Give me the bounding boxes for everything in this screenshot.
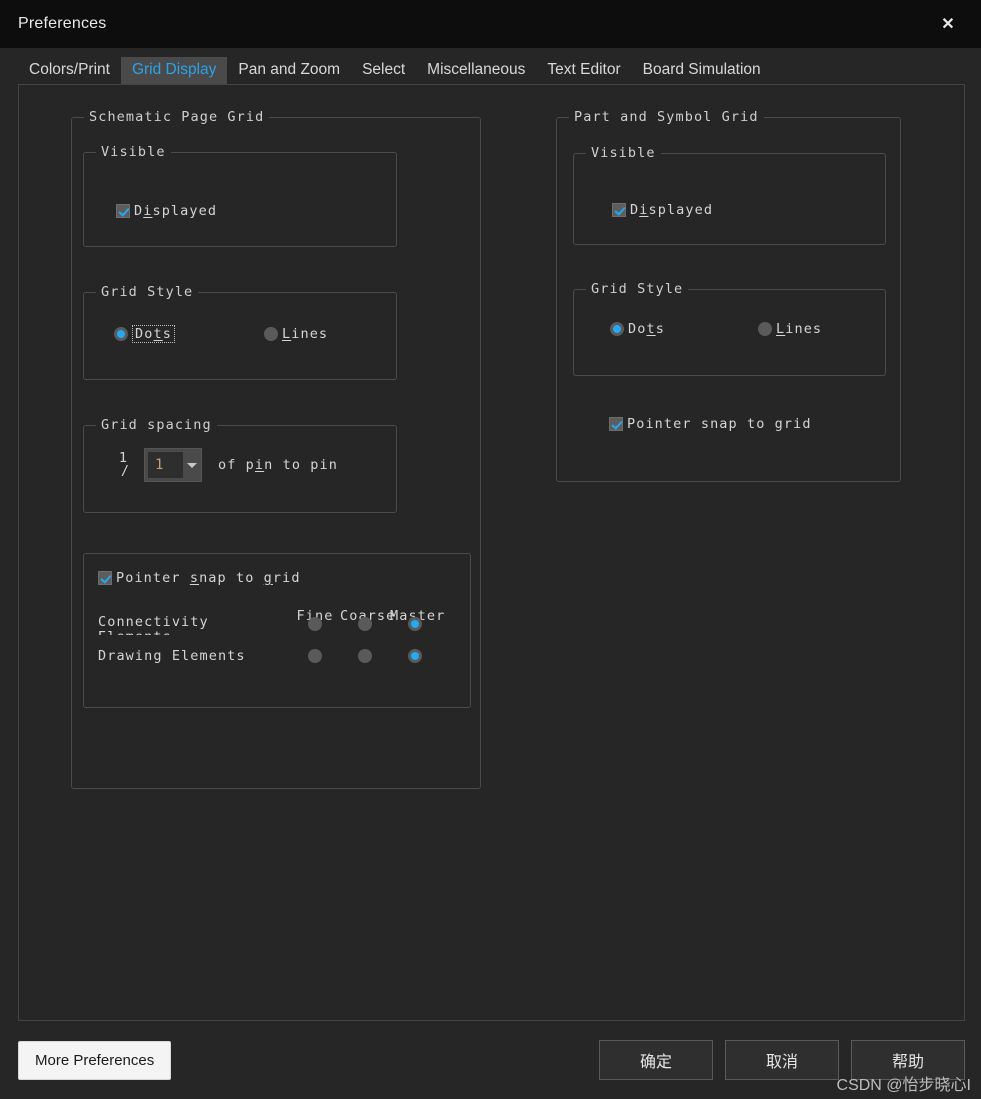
snap-cell-drawing-coarse[interactable] [340,649,390,663]
group-schematic-grid-style: Grid Style Dots Lines [83,284,397,380]
group-legend-grid-spacing: Grid spacing [96,417,217,433]
label-lines-schematic: Lines [282,326,329,342]
tab-select[interactable]: Select [351,57,416,85]
label-pointer-snap-schematic: Pointer snap to grid [116,570,301,586]
group-schematic-grid-spacing: Grid spacing 1 / 1 of pin to pin [83,417,397,513]
snap-cell-drawing-master[interactable] [390,649,440,663]
tab-miscellaneous[interactable]: Miscellaneous [416,57,536,85]
group-legend-part-symbol: Part and Symbol Grid [569,109,764,125]
group-legend-visible-part: Visible [586,145,661,161]
label-displayed-part: Displayed [630,202,714,218]
radio-lines-part[interactable] [758,322,772,336]
grid-spacing-value: 1 [148,452,183,478]
chevron-down-icon[interactable] [183,449,201,481]
group-legend-grid-style-schematic: Grid Style [96,284,199,300]
checkbox-pointer-snap-part[interactable] [609,417,623,431]
checkbox-row-pointer-snap-schematic[interactable]: Pointer snap to grid [98,570,470,586]
label-displayed-schematic: Displayed [134,203,218,219]
group-legend-schematic: Schematic Page Grid [84,109,270,125]
tab-board-simulation[interactable]: Board Simulation [632,57,772,85]
radio-dots-part[interactable] [610,322,624,336]
group-schematic-visible: Visible Displayed [83,144,397,247]
radio-row-dots-part[interactable]: Dots [610,321,758,337]
checkbox-displayed-schematic[interactable] [116,204,130,218]
radio-row-dots-schematic[interactable]: Dots [114,325,264,343]
label-dots-part: Dots [628,321,665,337]
radio-dots-schematic[interactable] [114,327,128,341]
window-title: Preferences [18,15,107,32]
radio-connectivity-fine[interactable] [308,617,322,631]
tab-pan-and-zoom[interactable]: Pan and Zoom [227,57,351,85]
label-dots-schematic: Dots [132,325,175,343]
grid-spacing-select[interactable]: 1 [144,448,202,482]
title-bar: Preferences ✕ [0,0,981,48]
radio-drawing-master[interactable] [408,649,422,663]
snap-row-label-drawing-elements: Drawing Elements [98,648,246,664]
label-lines-part: Lines [776,321,823,337]
preferences-dialog: Preferences ✕ Colors/Print Grid Display … [0,0,981,1099]
checkbox-pointer-snap-schematic[interactable] [98,571,112,585]
radio-row-lines-schematic[interactable]: Lines [264,325,328,343]
settings-columns: Schematic Page Grid Visible Displayed Gr… [19,85,964,789]
group-legend-visible-schematic: Visible [96,144,171,160]
checkbox-row-pointer-snap-part[interactable]: Pointer snap to grid [609,416,900,432]
ok-button[interactable]: 确定 [599,1040,713,1080]
cancel-button[interactable]: 取消 [725,1040,839,1080]
grid-spacing-slash: / [120,463,130,479]
snap-cell-drawing-fine[interactable] [290,649,340,663]
tab-grid-display[interactable]: Grid Display [120,56,228,84]
dialog-footer: More Preferences 确定 取消 帮助 CSDN @怡步晓心I [0,1021,981,1099]
snap-row-drawing-elements: Drawing Elements [98,640,470,672]
help-button[interactable]: 帮助 [851,1040,965,1080]
radio-connectivity-coarse[interactable] [358,617,372,631]
group-part-visible: Visible Displayed [573,145,886,245]
group-legend-grid-style-part: Grid Style [586,281,689,297]
radio-row-lines-part[interactable]: Lines [758,321,822,337]
radio-lines-schematic[interactable] [264,327,278,341]
group-schematic-snap: Pointer snap to grid Fine Coarse Master … [83,553,471,708]
radio-connectivity-master[interactable] [408,617,422,631]
snap-row-label-connectivity: Connectivity Elements [98,614,209,635]
checkbox-row-displayed-schematic[interactable]: Displayed [116,203,396,219]
group-schematic-page-grid: Schematic Page Grid Visible Displayed Gr… [71,109,481,789]
more-preferences-button[interactable]: More Preferences [18,1040,172,1080]
tab-colors-print[interactable]: Colors/Print [18,57,121,85]
tab-content-panel: Schematic Page Grid Visible Displayed Gr… [18,84,965,1021]
radio-drawing-fine[interactable] [308,649,322,663]
grid-spacing-fraction: 1 / [114,452,132,478]
tab-strip: Colors/Print Grid Display Pan and Zoom S… [0,48,981,84]
radio-drawing-coarse[interactable] [358,649,372,663]
checkbox-displayed-part[interactable] [612,203,626,217]
tab-text-editor[interactable]: Text Editor [536,57,631,85]
label-pointer-snap-part: Pointer snap to grid [627,416,812,432]
checkbox-row-displayed-part[interactable]: Displayed [612,202,885,218]
group-part-grid-style: Grid Style Dots Lines [573,281,886,376]
group-part-and-symbol-grid: Part and Symbol Grid Visible Displayed G… [556,109,901,482]
label-of-pin-to-pin: of pin to pin [218,457,338,473]
snap-matrix: Fine Coarse Master Connectivity Elements [98,608,470,694]
close-icon[interactable]: ✕ [925,0,971,48]
